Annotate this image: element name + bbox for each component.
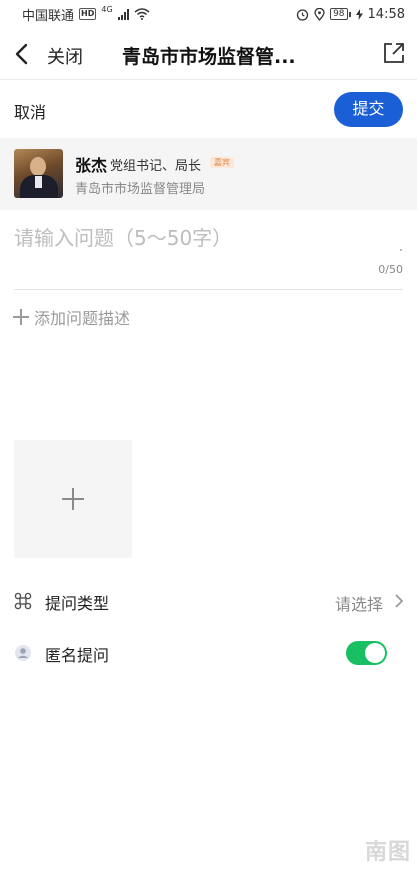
battery-level: 98 [330, 8, 348, 20]
close-button[interactable]: 关闭 [47, 43, 83, 69]
recipient-organization: 青岛市市场监督管理局 [75, 182, 206, 197]
status-left: 中国联通 HD 4G [22, 5, 150, 24]
chevron-right-icon [395, 594, 404, 608]
divider [14, 289, 403, 290]
signal-icon [117, 8, 129, 20]
question-type-label: 提问类型 [45, 594, 110, 613]
network-label: 4G [101, 4, 113, 14]
question-type-row[interactable]: 提问类型 请选择 [0, 575, 417, 627]
recipient-name: 张杰 [75, 156, 108, 175]
status-right: 98 14:58 [296, 7, 405, 22]
nav-bar: 关闭 青岛市市场监督管... [0, 28, 417, 80]
location-icon [314, 7, 325, 21]
watermark: 南图 [364, 840, 411, 865]
wifi-icon [134, 8, 150, 20]
plus-icon [12, 308, 30, 326]
user-icon [15, 645, 31, 661]
back-arrow-icon[interactable] [12, 42, 32, 66]
page-title: 青岛市市场监督管... [122, 46, 296, 68]
action-row: 取消 提交 [0, 80, 417, 138]
anonymous-row: 匿名提问 [0, 627, 417, 679]
input-cursor [400, 249, 402, 251]
share-icon[interactable] [383, 42, 405, 64]
status-bar: 中国联通 HD 4G 98 14:58 [0, 0, 417, 28]
command-icon [14, 592, 32, 610]
cancel-button[interactable]: 取消 [14, 99, 46, 123]
battery-icon: 98 [330, 8, 351, 20]
guest-tag: 嘉宾 [210, 157, 234, 168]
submit-button[interactable]: 提交 [334, 92, 403, 127]
charging-icon [355, 8, 363, 20]
alarm-icon [296, 8, 309, 21]
clock: 14:58 [367, 6, 405, 22]
recipient-position: 党组书记、局长 [110, 159, 202, 174]
recipient-card: 张杰 党组书记、局长 嘉宾 青岛市市场监督管理局 [0, 138, 417, 210]
carrier-label: 中国联通 [22, 8, 75, 24]
add-image-button[interactable] [14, 440, 132, 558]
anonymous-label: 匿名提问 [45, 646, 110, 665]
avatar [14, 149, 63, 198]
add-description-button[interactable]: 添加问题描述 [12, 305, 130, 329]
anonymous-toggle[interactable] [346, 641, 387, 665]
add-description-label: 添加问题描述 [34, 309, 131, 328]
hd-badge: HD [79, 8, 97, 20]
question-input[interactable]: 请输入问题（5～50字） [14, 222, 404, 251]
char-counter: 0/50 [378, 263, 403, 276]
question-type-value: 请选择 [334, 595, 383, 614]
